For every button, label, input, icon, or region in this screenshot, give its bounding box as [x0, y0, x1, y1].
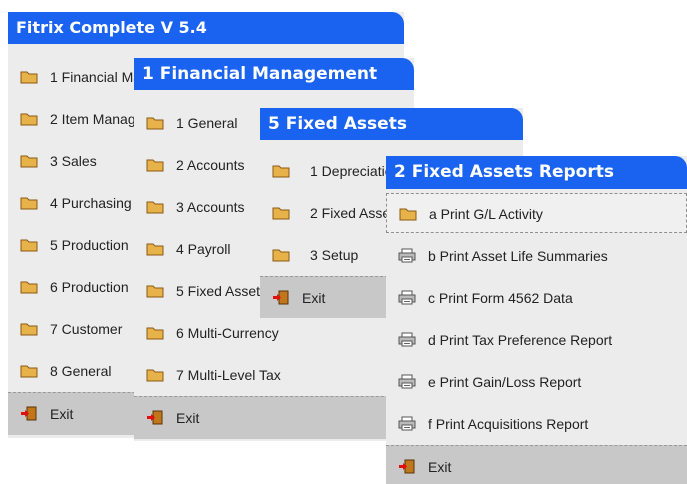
menu-item-label: 8 General [50, 363, 112, 379]
exit-button[interactable]: Exit [386, 445, 687, 484]
menu-item-label: 6 Multi-Currency [176, 325, 279, 341]
menu-item-multi-currency[interactable]: 6 Multi-Currency [134, 312, 414, 354]
menu-item-label: d Print Tax Preference Report [428, 332, 613, 348]
menu-item-label: 3 Accounts [176, 199, 245, 215]
fixed-assets-reports-menu-title: 2 Fixed Assets Reports [386, 156, 687, 189]
folder-icon [146, 241, 164, 256]
printer-icon [398, 248, 416, 263]
folder-icon [272, 247, 290, 262]
menu-item-print-gl-activity[interactable]: a Print G/L Activity [386, 193, 687, 233]
menu-item-print-acquisitions-report[interactable]: f Print Acquisitions Report [386, 403, 687, 445]
menu-item-print-gain-loss-report[interactable]: e Print Gain/Loss Report [386, 361, 687, 403]
menu-item-label: 7 Customer [50, 321, 123, 337]
folder-icon [272, 163, 290, 178]
folder-icon [146, 283, 164, 298]
fixed-assets-menu-title: 5 Fixed Assets [260, 108, 523, 140]
printer-icon [398, 290, 416, 305]
menu-item-multi-level-tax[interactable]: 7 Multi-Level Tax [134, 354, 414, 396]
menu-item-label: f Print Acquisitions Report [428, 416, 589, 432]
printer-icon [398, 416, 416, 431]
folder-icon [146, 157, 164, 172]
printer-icon [398, 332, 416, 347]
folder-icon [20, 237, 38, 252]
folder-icon [399, 206, 417, 221]
menu-item-label: 7 Multi-Level Tax [176, 367, 281, 383]
exit-door-icon [398, 459, 416, 474]
exit-button[interactable]: Exit [134, 396, 414, 439]
exit-label: Exit [50, 406, 74, 422]
folder-icon [20, 153, 38, 168]
folder-icon [146, 199, 164, 214]
menu-item-label: 5 Production [50, 237, 129, 253]
menu-item-label: 4 Purchasing [50, 195, 132, 211]
menu-item-label: b Print Asset Life Summaries [428, 248, 608, 264]
menu-item-label: c Print Form 4562 Data [428, 290, 573, 306]
folder-icon [20, 363, 38, 378]
menu-item-label: 5 Fixed Assets [176, 283, 268, 299]
menu-item-print-tax-preference-report[interactable]: d Print Tax Preference Report [386, 319, 687, 361]
exit-door-icon [272, 290, 290, 305]
folder-icon [20, 321, 38, 336]
exit-label: Exit [428, 459, 452, 475]
folder-icon [146, 115, 164, 130]
main-menu-title: Fitrix Complete V 5.4 [8, 12, 404, 44]
menu-item-label: 6 Production [50, 279, 129, 295]
folder-icon [20, 195, 38, 210]
exit-door-icon [146, 410, 164, 425]
financial-management-menu-title: 1 Financial Management [134, 58, 414, 90]
menu-item-label: 3 Setup [310, 247, 359, 263]
exit-door-icon [20, 406, 38, 421]
menu-item-print-asset-life-summaries[interactable]: b Print Asset Life Summaries [386, 235, 687, 277]
folder-icon [20, 111, 38, 126]
folder-icon [20, 279, 38, 294]
menu-item-label: 4 Payroll [176, 241, 231, 257]
folder-icon [146, 367, 164, 382]
menu-item-label: 3 Sales [50, 153, 97, 169]
menu-item-label: a Print G/L Activity [429, 206, 543, 222]
menu-item-label: 2 Accounts [176, 157, 245, 173]
folder-icon [146, 325, 164, 340]
menu-item-print-form-4562-data[interactable]: c Print Form 4562 Data [386, 277, 687, 319]
fixed-assets-reports-menu-panel: 2 Fixed Assets Reports a Print G/L Activ… [386, 156, 687, 484]
printer-icon [398, 374, 416, 389]
menu-item-label: e Print Gain/Loss Report [428, 374, 582, 390]
exit-label: Exit [176, 410, 200, 426]
menu-item-label: 1 General [176, 115, 238, 131]
exit-label: Exit [302, 290, 326, 306]
folder-icon [20, 69, 38, 84]
folder-icon [272, 205, 290, 220]
